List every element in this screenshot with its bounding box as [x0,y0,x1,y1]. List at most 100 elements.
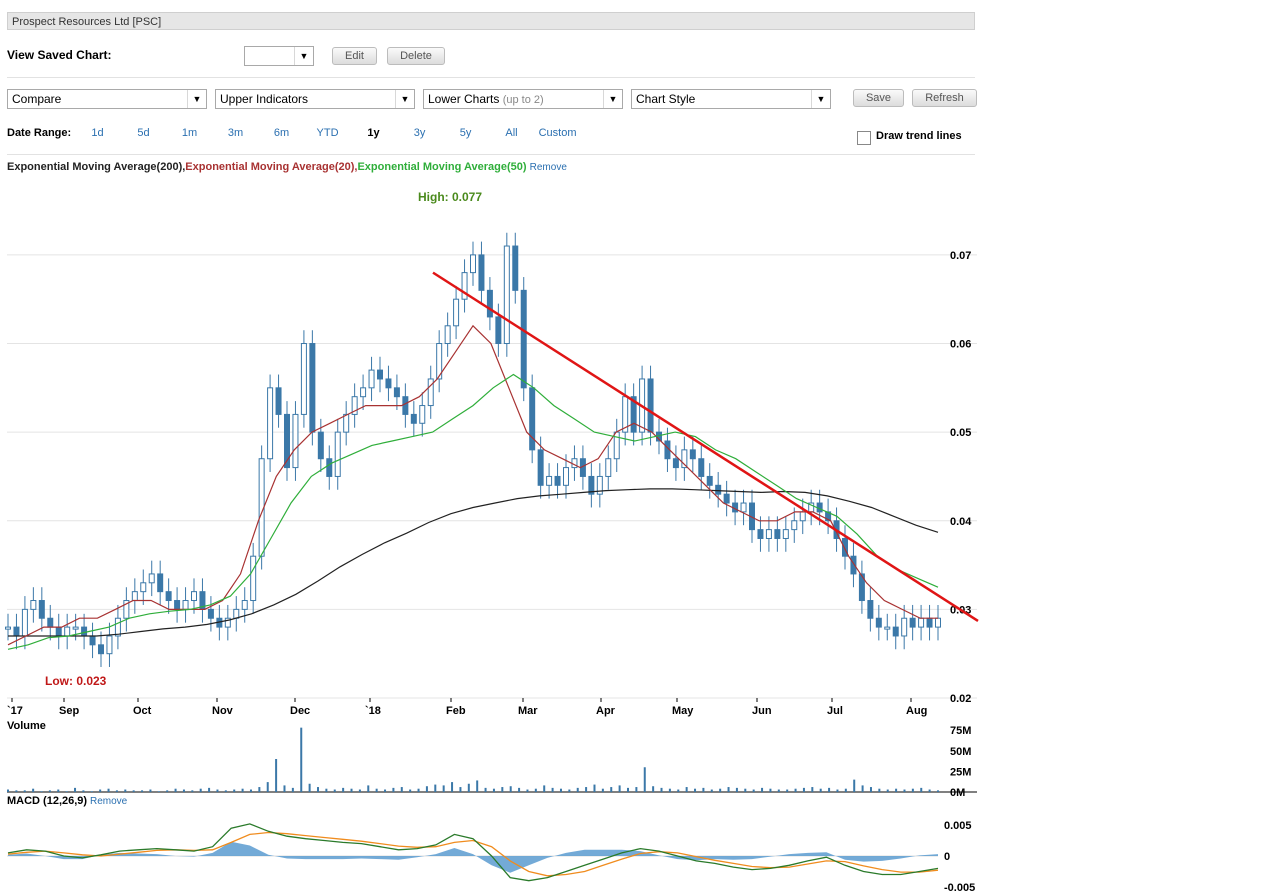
volume-bar [375,788,378,792]
volume-bar [48,790,51,792]
date-range-option-ytd[interactable]: YTD [317,127,339,139]
volume-bar [208,787,211,792]
date-range-option-5d[interactable]: 5d [137,127,149,139]
volume-bar [593,784,596,792]
volume-bar [668,788,671,792]
macd-signal-line [7,831,939,877]
price-tick-label: 0.05 [950,427,971,439]
volume-bar [7,789,9,792]
divider [7,77,975,78]
price-candle [639,378,646,433]
price-candle [605,458,612,477]
time-tick-label: Apr [596,705,616,717]
volume-bar [459,787,462,792]
price-candle [520,289,527,389]
price-candle [199,591,206,610]
saved-chart-select[interactable]: ▼ [244,46,314,66]
price-candle [892,626,899,637]
price-candle [918,617,925,628]
volume-bar [627,787,629,792]
volume-bar [258,787,261,792]
volume-bar [484,787,487,792]
price-candle [825,511,832,522]
volume-bar [534,788,537,792]
price-tick-label: 0.03 [950,604,971,616]
volume-bar [308,783,311,792]
volume-bar [99,789,102,792]
volume-bar [199,788,202,792]
price-candle [419,405,426,424]
macd-remove-link[interactable]: Remove [90,796,128,807]
volume-tick-label: 50M [950,746,971,758]
time-tick-label: Oct [133,705,152,717]
compare-label: Compare [12,92,62,106]
price-candle [182,600,189,610]
save-button[interactable]: Save [853,89,904,107]
volume-bar [300,727,303,792]
volume-bar [241,788,244,792]
price-tick-label: 0.02 [950,693,971,705]
refresh-button[interactable]: Refresh [912,89,977,107]
date-range-option-custom[interactable]: Custom [539,127,577,139]
volume-bar [543,785,546,792]
price-candle [740,502,747,513]
price-candle [698,458,705,477]
date-range-item: 5d [121,125,167,139]
time-tick-label: Jul [827,705,843,717]
volume-bar [903,789,906,792]
lower-charts-label: Lower Charts [428,92,500,106]
high-annotation: High: 0.077 [418,190,482,204]
volume-bar [224,790,227,792]
price-candle [436,343,443,380]
volume-bar [710,789,713,792]
price-candle [453,298,460,327]
price-candle [808,502,815,513]
date-range-option-all[interactable]: All [505,127,517,139]
price-candle [664,440,671,460]
time-tick-label: Sep [59,705,79,717]
volume-bar [191,790,194,792]
volume-bar [15,790,18,792]
volume-bar [618,785,621,792]
price-candle [233,608,240,619]
volume-title: Volume [7,720,46,732]
trend-lines-checkbox[interactable] [857,131,871,145]
lower-charts-select[interactable]: Lower Charts (up to 2) ▼ [423,89,623,109]
volume-bar [384,789,387,792]
time-tick-label: Mar [518,705,538,717]
price-candle [444,325,451,345]
chart-style-select[interactable]: Chart Style ▼ [631,89,831,109]
volume-bar [409,789,412,792]
delete-button[interactable]: Delete [387,47,445,65]
compare-select[interactable]: Compare ▼ [7,89,207,109]
date-range-option-1d[interactable]: 1d [91,127,103,139]
date-range-option-3y[interactable]: 3y [414,127,426,139]
price-candle [81,626,88,637]
price-candle [723,493,730,504]
price-candle [656,431,662,442]
price-candle [503,245,510,345]
volume-bar [911,788,914,792]
date-range-option-5y[interactable]: 5y [460,127,472,139]
price-candle [909,617,916,628]
chevron-down-icon: ▼ [811,90,830,108]
price-candle [757,529,764,539]
volume-bar [367,785,370,792]
upper-indicators-select[interactable]: Upper Indicators ▼ [215,89,415,109]
price-candle [875,617,882,628]
volume-bar [442,785,445,792]
volume-bar [275,759,278,792]
volume-bar [149,789,152,792]
volume-bar [635,787,638,792]
date-range-option-6m[interactable]: 6m [274,127,289,139]
edit-button[interactable]: Edit [332,47,377,65]
volume-bar [652,786,655,792]
date-range-option-1m[interactable]: 1m [182,127,197,139]
volume-bar [23,790,26,792]
remove-indicators-link[interactable]: Remove [530,162,567,173]
date-range-option-3m[interactable]: 3m [228,127,243,139]
chevron-down-icon: ▼ [294,47,313,65]
time-tick-label: Nov [212,705,234,717]
price-candle [343,413,350,433]
price-candle [858,573,865,602]
